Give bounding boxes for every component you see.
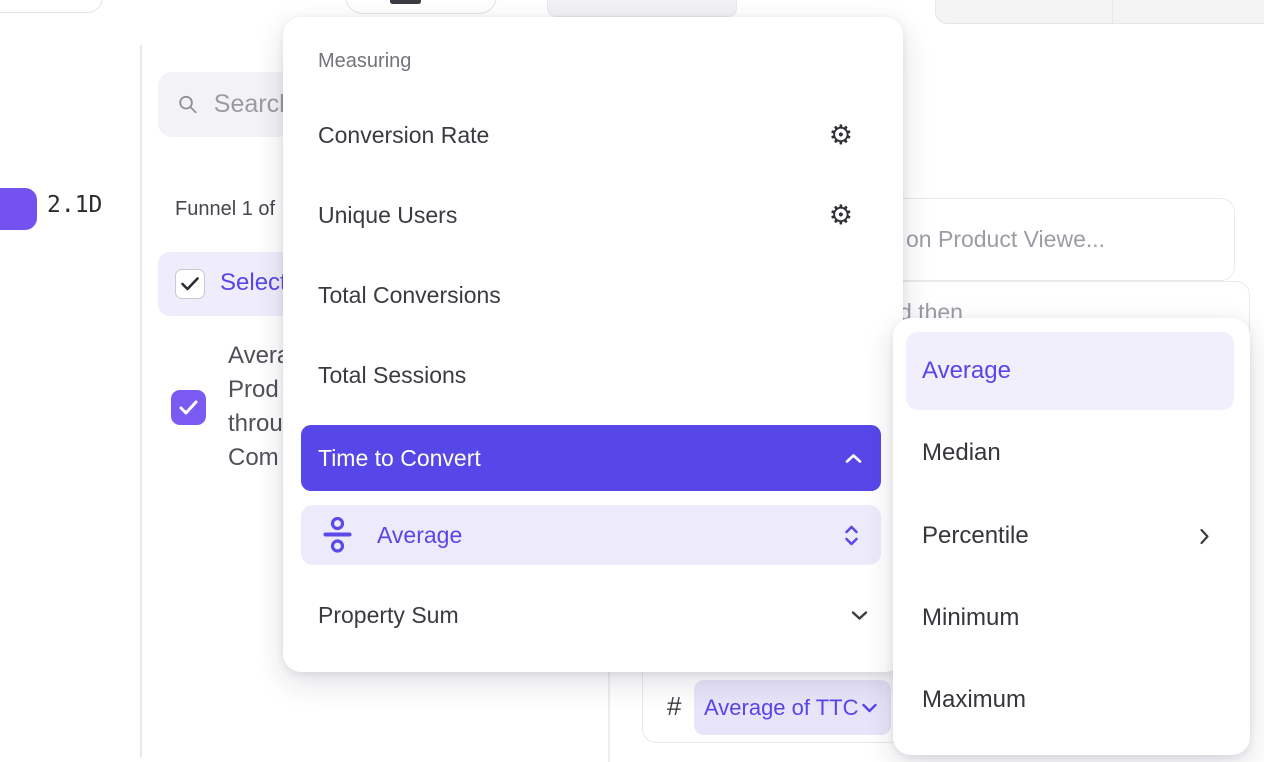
agg-item-median[interactable]: Median xyxy=(922,433,1210,473)
metric-description-line: throu xyxy=(228,407,283,441)
division-average-icon xyxy=(323,517,352,553)
search-placeholder: Search xyxy=(214,90,293,119)
agg-item-label: Median xyxy=(922,439,1001,467)
event-step-label: on Product Viewe... xyxy=(906,226,1105,253)
menu-item-property-sum[interactable]: Property Sum xyxy=(318,595,868,635)
chevron-down-icon xyxy=(862,703,877,713)
funnel-step-heading: Funnel 1 of xyxy=(175,198,283,221)
gear-icon[interactable]: ⚙ xyxy=(829,122,853,149)
toolbar-tab-fragment[interactable] xyxy=(547,0,737,17)
funnel-bar-segment xyxy=(0,188,37,230)
aggregation-dropdown: Average Median Percentile Minimum Maximu… xyxy=(893,318,1250,755)
agg-item-maximum[interactable]: Maximum xyxy=(922,680,1210,720)
menu-item-label: Total Conversions xyxy=(318,282,501,309)
search-icon xyxy=(178,91,198,118)
menu-item-label: Time to Convert xyxy=(318,445,481,472)
agg-item-minimum[interactable]: Minimum xyxy=(922,598,1210,638)
number-type-icon: # xyxy=(667,691,681,722)
menu-item-total-sessions[interactable]: Total Sessions xyxy=(318,355,853,395)
metric-description-line: Avera xyxy=(228,339,283,373)
metric-description-line: Com xyxy=(228,441,283,475)
menu-item-label: Conversion Rate xyxy=(318,122,489,149)
time-to-convert-value-label: 2.1D xyxy=(47,192,102,218)
checkmark-icon xyxy=(181,277,199,291)
search-input[interactable]: Search xyxy=(158,72,293,137)
up-down-chevron-icon xyxy=(844,525,859,546)
chart-type-button-fragment[interactable] xyxy=(345,0,497,14)
agg-item-average-selected[interactable]: Average xyxy=(906,332,1234,410)
agg-item-label: Maximum xyxy=(922,686,1026,714)
metric-description-line: Prod xyxy=(228,373,283,407)
chevron-down-icon xyxy=(851,610,868,621)
menu-item-label: Unique Users xyxy=(318,202,457,229)
metric-checkbox-checked[interactable] xyxy=(171,390,206,425)
measuring-heading: Measuring xyxy=(318,50,411,73)
agg-item-label: Average xyxy=(922,357,1011,385)
chevron-right-icon xyxy=(1199,528,1210,545)
ttc-aggregation-selector[interactable]: Average xyxy=(301,505,881,565)
average-of-ttc-label: Average of TTC xyxy=(704,695,858,721)
menu-item-unique-users[interactable]: Unique Users ⚙ xyxy=(318,195,853,235)
select-all-row[interactable]: Select xyxy=(158,252,293,316)
header-tab-right[interactable] xyxy=(1112,0,1264,24)
gear-icon[interactable]: ⚙ xyxy=(829,202,853,229)
agg-item-percentile[interactable]: Percentile xyxy=(922,516,1210,556)
vertical-divider xyxy=(140,45,142,757)
agg-item-label: Minimum xyxy=(922,604,1019,632)
menu-item-label: Property Sum xyxy=(318,602,459,629)
measuring-dropdown: Measuring Conversion Rate ⚙ Unique Users… xyxy=(283,17,903,672)
event-step-card[interactable]: on Product Viewe... xyxy=(860,198,1235,281)
select-all-label: Select xyxy=(220,269,287,297)
menu-item-conversion-rate[interactable]: Conversion Rate ⚙ xyxy=(318,115,853,155)
chart-icon xyxy=(390,0,421,4)
app-canvas: 2.1D Search Funnel 1 of Select Avera Pro… xyxy=(0,0,1264,762)
average-of-ttc-dropdown[interactable]: Average of TTC xyxy=(694,680,891,735)
aggregation-value-label: Average xyxy=(377,522,844,549)
metric-description: Avera Prod throu Com xyxy=(228,339,283,475)
chevron-up-icon xyxy=(845,453,862,464)
top-left-card-fragment xyxy=(0,0,103,13)
select-all-checkbox[interactable] xyxy=(175,269,205,299)
menu-item-label: Total Sessions xyxy=(318,362,466,389)
checkmark-icon xyxy=(179,400,198,415)
agg-item-label: Percentile xyxy=(922,522,1029,550)
menu-item-total-conversions[interactable]: Total Conversions xyxy=(318,275,853,315)
menu-item-time-to-convert-selected[interactable]: Time to Convert xyxy=(301,425,881,491)
header-tab-left[interactable] xyxy=(935,0,1113,24)
